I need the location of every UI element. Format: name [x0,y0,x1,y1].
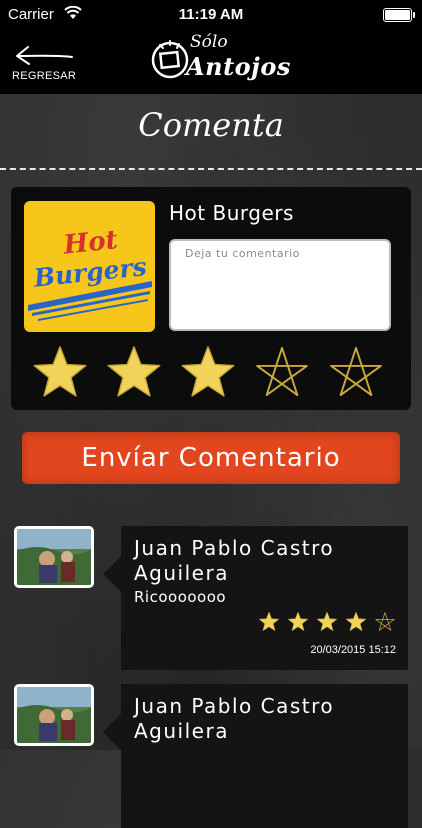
compose-panel: Hot Burgers Hot Burgers [11,187,411,410]
comment-bubble: Juan Pablo Castro Aguilera Ricooooooo 20/0… [103,526,408,670]
page-title: Comenta [138,106,284,144]
comment-author: Juan Pablo Castro Aguilera [134,694,335,743]
dashed-divider [0,168,422,170]
comment-text: Ricooooooo [134,588,227,606]
comment-input[interactable] [169,239,391,331]
navigation-bar: REGRESAR Sólo Antojos [0,30,422,94]
avatar[interactable] [14,684,94,746]
star-filled-icon[interactable] [179,344,237,400]
star-empty-icon [330,346,382,397]
star-empty-icon[interactable] [253,344,311,400]
star-empty-icon [374,611,396,633]
star-filled-icon[interactable] [105,344,163,400]
app-logo: Sólo Antojos [146,32,290,92]
back-label: REGRESAR [12,70,77,82]
battery-icon [383,8,415,22]
send-comment-button[interactable]: Envíar Comentario [22,432,400,484]
star-filled-icon [258,611,280,631]
status-time: 11:19 AM [178,6,244,23]
avatar[interactable] [14,526,94,588]
star-filled-icon [287,611,309,631]
status-bar: Carrier 11:19 AM [0,0,422,30]
star-filled-icon [33,346,87,397]
star-filled-icon [258,611,280,633]
star-filled-icon [287,611,309,633]
star-empty-icon[interactable] [327,344,385,400]
restaurant-logo-graphic: Hot Burgers [28,225,152,321]
star-empty-icon [256,346,308,397]
comment-date: 20/03/2015 15:12 [310,644,396,656]
star-filled-icon [316,611,338,631]
comment-bubble: Juan Pablo Castro Aguilera [103,684,408,828]
logo-text-bottom: Antojos [186,52,291,81]
star-filled-icon [181,346,235,397]
star-filled-icon[interactable] [31,344,89,400]
star-empty-icon [375,612,395,631]
restaurant-logo: Hot Burgers [24,201,155,332]
comment-author: Juan Pablo Castro Aguilera [134,536,335,585]
star-filled-icon [345,611,367,631]
star-filled-icon [107,346,161,397]
star-filled-icon [316,611,338,633]
logo-text-top: Sólo [190,32,228,52]
restaurant-name: Hot Burgers [169,201,294,225]
comment-rating [258,611,396,633]
star-filled-icon [345,611,367,633]
back-button[interactable]: REGRESAR [10,44,82,88]
back-arrow-icon [16,46,73,65]
